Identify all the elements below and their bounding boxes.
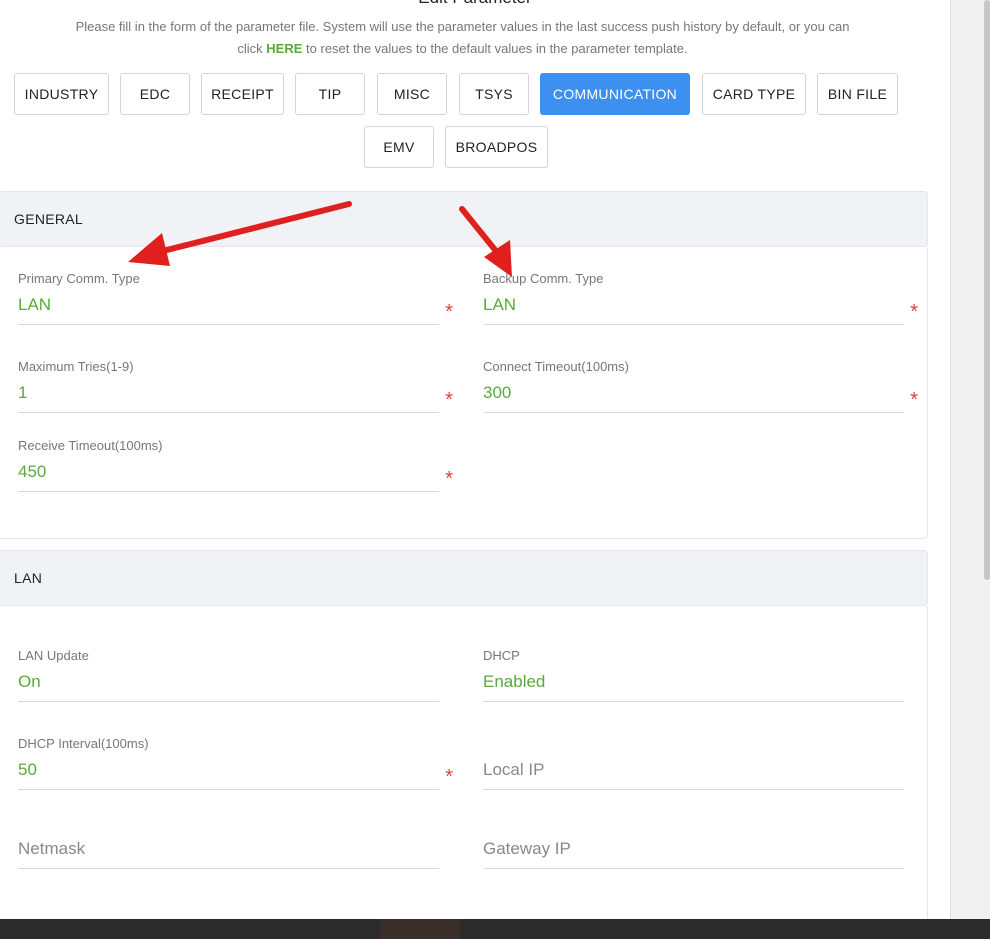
field-underline	[18, 868, 439, 869]
required-marker: *	[910, 389, 918, 411]
field-underline	[483, 868, 904, 869]
taskbar-glow	[380, 919, 460, 939]
gateway-ip-field[interactable]: Gateway IP	[483, 814, 904, 869]
general-section-title: GENERAL	[14, 211, 84, 227]
dhcp-value[interactable]: Enabled	[483, 671, 904, 693]
field-underline	[483, 324, 904, 325]
receive-timeout-value[interactable]: 450	[18, 461, 439, 483]
tab-misc[interactable]: MISC	[377, 73, 447, 115]
lan-section-title: LAN	[14, 570, 43, 586]
tab-edc[interactable]: EDC	[120, 73, 190, 115]
connect-timeout-value[interactable]: 300	[483, 382, 904, 404]
dhcp-interval-field[interactable]: DHCP Interval(100ms) 50 *	[18, 735, 453, 790]
primary-comm-type-field[interactable]: Primary Comm. Type LAN *	[18, 270, 453, 325]
field-underline	[18, 789, 439, 790]
tab-broadpos[interactable]: BROADPOS	[445, 126, 548, 168]
dhcp-interval-value[interactable]: 50	[18, 759, 439, 781]
field-underline	[483, 701, 904, 702]
gateway-ip-input[interactable]: Gateway IP	[483, 838, 904, 860]
tab-card-type[interactable]: CARD TYPE	[702, 73, 806, 115]
tab-tip[interactable]: TIP	[295, 73, 365, 115]
bottom-taskbar	[0, 919, 990, 939]
field-underline	[483, 789, 904, 790]
tab-communication[interactable]: COMMUNICATION	[540, 73, 690, 115]
netmask-field[interactable]: Netmask	[18, 814, 439, 869]
scrollbar-thumb[interactable]	[984, 0, 990, 580]
backup-comm-type-value[interactable]: LAN	[483, 294, 904, 316]
required-marker: *	[445, 389, 453, 411]
lan-update-value[interactable]: On	[18, 671, 439, 693]
required-marker: *	[910, 301, 918, 323]
maximum-tries-value[interactable]: 1	[18, 382, 439, 404]
tab-bin-file[interactable]: BIN FILE	[817, 73, 898, 115]
field-underline	[18, 491, 439, 492]
field-underline	[483, 412, 904, 413]
required-marker: *	[445, 766, 453, 788]
general-section-header: GENERAL	[0, 191, 928, 247]
receive-timeout-field[interactable]: Receive Timeout(100ms) 450 *	[18, 437, 453, 492]
tab-tsys[interactable]: TSYS	[459, 73, 529, 115]
tab-emv[interactable]: EMV	[364, 126, 434, 168]
local-ip-field[interactable]: Local IP	[483, 735, 904, 790]
field-underline	[18, 412, 439, 413]
local-ip-input[interactable]: Local IP	[483, 759, 904, 781]
maximum-tries-field[interactable]: Maximum Tries(1-9) 1 *	[18, 358, 453, 413]
backup-comm-type-label: Backup Comm. Type	[483, 271, 604, 286]
primary-comm-type-label: Primary Comm. Type	[18, 271, 140, 286]
lan-update-field[interactable]: LAN Update On	[18, 647, 439, 702]
field-underline	[18, 701, 439, 702]
lan-section-header: LAN	[0, 550, 928, 606]
dhcp-field[interactable]: DHCP Enabled	[483, 647, 904, 702]
dhcp-label: DHCP	[483, 648, 520, 663]
receive-timeout-label: Receive Timeout(100ms)	[18, 438, 163, 453]
local-ip-label-spacer	[483, 735, 904, 753]
backup-comm-type-field[interactable]: Backup Comm. Type LAN *	[483, 270, 918, 325]
netmask-label-spacer	[18, 814, 439, 832]
connect-timeout-field[interactable]: Connect Timeout(100ms) 300 *	[483, 358, 918, 413]
field-underline	[18, 324, 439, 325]
tab-receipt[interactable]: RECEIPT	[201, 73, 284, 115]
required-marker: *	[445, 468, 453, 490]
connect-timeout-label: Connect Timeout(100ms)	[483, 359, 629, 374]
primary-comm-type-value[interactable]: LAN	[18, 294, 439, 316]
maximum-tries-label: Maximum Tries(1-9)	[18, 359, 134, 374]
lan-update-label: LAN Update	[18, 648, 89, 663]
netmask-input[interactable]: Netmask	[18, 838, 439, 860]
parameter-tabs: INDUSTRY EDC RECEIPT TIP MISC TSYS COMMU…	[0, 0, 950, 180]
dhcp-interval-label: DHCP Interval(100ms)	[18, 736, 149, 751]
gateway-ip-label-spacer	[483, 814, 904, 832]
required-marker: *	[445, 301, 453, 323]
tab-industry[interactable]: INDUSTRY	[14, 73, 109, 115]
